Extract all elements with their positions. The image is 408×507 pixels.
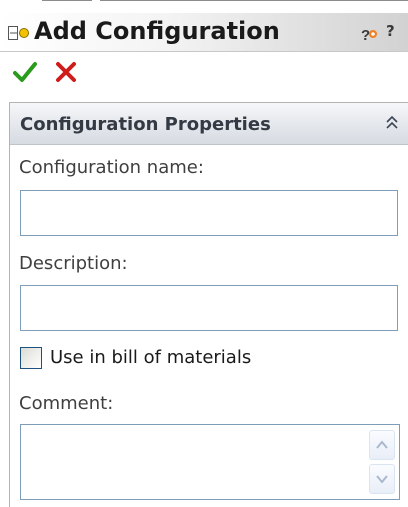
close-icon xyxy=(56,62,76,82)
ok-button[interactable] xyxy=(13,61,37,87)
description-label: Description: xyxy=(19,253,128,274)
comment-textarea[interactable] xyxy=(20,424,400,500)
top-strip xyxy=(0,0,408,10)
tab-edge xyxy=(42,0,92,4)
panel-title: Configuration Properties xyxy=(20,114,271,135)
configuration-icon xyxy=(8,26,29,40)
scroll-down-button[interactable] xyxy=(369,464,395,494)
configuration-name-label: Configuration name: xyxy=(19,157,204,178)
double-chevron-up-icon[interactable] xyxy=(385,115,399,131)
tab-edge xyxy=(100,0,408,4)
configuration-properties-panel: Configuration Properties Configuration n… xyxy=(9,102,408,507)
chevron-up-icon xyxy=(376,440,388,449)
svg-text:?: ? xyxy=(361,27,370,44)
whats-wrong-icon[interactable]: ? xyxy=(360,26,380,44)
comment-label: Comment: xyxy=(19,393,114,414)
check-icon xyxy=(13,62,37,82)
configuration-name-input[interactable] xyxy=(20,190,398,236)
cancel-button[interactable] xyxy=(55,61,77,87)
description-input[interactable] xyxy=(20,285,398,331)
comment-scrollbar[interactable] xyxy=(366,426,398,498)
bom-checkbox[interactable] xyxy=(20,347,42,369)
page-title: Add Configuration xyxy=(34,17,280,45)
scroll-up-button[interactable] xyxy=(369,430,395,460)
toolbar xyxy=(0,55,408,95)
help-button[interactable]: ? xyxy=(386,22,395,40)
chevron-down-icon xyxy=(376,475,388,484)
panel-header[interactable]: Configuration Properties xyxy=(10,103,408,145)
bom-checkbox-label[interactable]: Use in bill of materials xyxy=(50,347,251,368)
title-bar: Add Configuration ? ? xyxy=(0,13,408,52)
